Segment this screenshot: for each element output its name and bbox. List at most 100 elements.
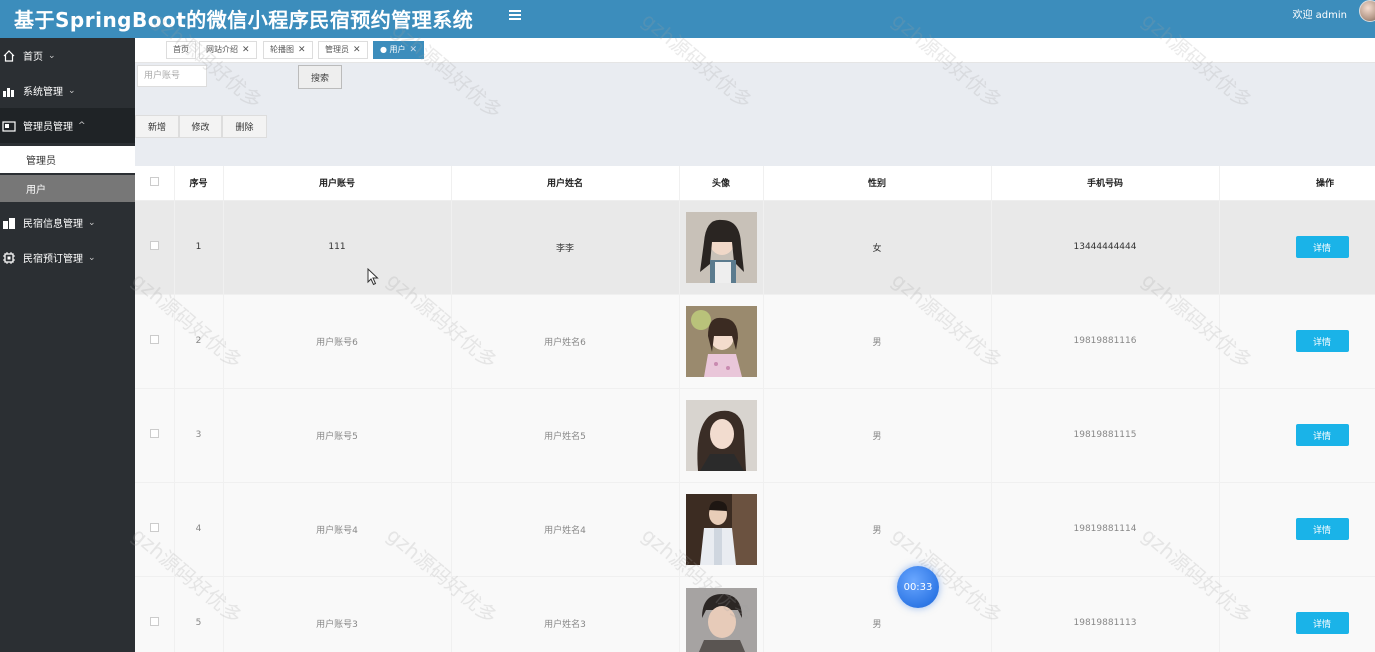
row-gender: 男	[763, 388, 992, 483]
table-row[interactable]: 2 用户账号6 用户姓名6 男 19819881116 详情	[135, 294, 1375, 389]
tab-carousel[interactable]: 轮播图 ✕	[263, 41, 313, 59]
select-all-checkbox[interactable]	[149, 176, 159, 186]
row-gender: 女	[763, 200, 992, 295]
chevron-up-icon: ^	[78, 120, 86, 131]
user-avatar[interactable]	[1359, 0, 1375, 22]
avatar-image	[685, 305, 757, 377]
search-button[interactable]: 搜索	[298, 65, 342, 89]
detail-button[interactable]: 详情	[1295, 424, 1349, 446]
close-icon[interactable]: ✕	[298, 45, 306, 55]
sidebar-subitem-user[interactable]: 用户	[0, 175, 135, 202]
close-icon[interactable]: ✕	[410, 45, 418, 55]
row-checkbox[interactable]	[149, 617, 159, 626]
column-header: 序号	[174, 166, 224, 201]
add-button[interactable]: 新增	[135, 115, 179, 138]
row-gender: 男	[763, 576, 992, 652]
avatar-image	[685, 399, 757, 471]
tab-site-intro[interactable]: 网站介绍 ✕	[199, 41, 257, 59]
detail-button[interactable]: 详情	[1295, 330, 1349, 352]
delete-button[interactable]: 删除	[222, 115, 267, 138]
row-account: 用户账号4	[223, 482, 452, 577]
column-header: 性别	[763, 166, 992, 201]
column-header: 手机号码	[991, 166, 1220, 201]
tab-home[interactable]: 首页	[166, 41, 196, 59]
row-phone: 13444444444	[991, 200, 1220, 295]
row-account: 用户账号5	[223, 388, 452, 483]
chevron-down-icon: ⌄	[88, 252, 96, 263]
sidebar-item-label: 首页	[23, 52, 43, 63]
row-checkbox[interactable]	[149, 335, 159, 344]
column-header: 头像	[679, 166, 764, 201]
building-icon	[3, 217, 15, 229]
id-card-icon	[2, 120, 16, 132]
top-header: 基于SpringBoot的微信小程序民宿预约管理系统 欢迎 admin	[0, 0, 1375, 38]
column-header: 用户姓名	[451, 166, 680, 201]
sidebar-item-label: 系统管理	[23, 87, 63, 98]
row-name: 李李	[451, 200, 680, 295]
tab-label: 网站介绍	[206, 45, 238, 54]
row-name: 用户姓名6	[451, 294, 680, 389]
tab-label: 首页	[173, 45, 189, 54]
menu-toggle-icon[interactable]	[509, 8, 525, 22]
edit-button[interactable]: 修改	[179, 115, 222, 138]
sidebar-item-homestay-booking[interactable]: 民宿预订管理 ⌄	[0, 240, 135, 275]
row-index: 4	[174, 482, 224, 577]
sidebar-item-admin[interactable]: 管理员管理 ^	[0, 108, 135, 143]
table-row[interactable]: 4 用户账号4 用户姓名4 男 19819881114 详情	[135, 482, 1375, 577]
sidebar-item-homestay-info[interactable]: 民宿信息管理 ⌄	[0, 205, 135, 240]
row-gender: 男	[763, 482, 992, 577]
table-row[interactable]: 3 用户账号5 用户姓名5 男 19819881115 详情	[135, 388, 1375, 483]
column-header: 用户账号	[223, 166, 452, 201]
user-table: 序号 用户账号 用户姓名 头像 性别 手机号码 操作 1 111 李李 女 13…	[135, 166, 1375, 652]
row-checkbox[interactable]	[149, 523, 159, 532]
row-checkbox[interactable]	[149, 429, 159, 438]
tab-label: 管理员	[325, 45, 349, 54]
row-phone: 19819881113	[991, 576, 1220, 652]
row-phone: 19819881114	[991, 482, 1220, 577]
row-index: 5	[174, 576, 224, 652]
select-all-cell[interactable]	[135, 166, 175, 201]
mouse-cursor-icon	[367, 268, 379, 286]
tab-user[interactable]: ● 用户 ✕	[373, 41, 425, 59]
sidebar-subitem-admin[interactable]: 管理员	[0, 146, 135, 173]
row-account: 111	[223, 200, 452, 295]
row-avatar	[679, 294, 764, 389]
close-icon[interactable]: ✕	[353, 45, 361, 55]
avatar-image	[685, 587, 757, 652]
row-avatar	[679, 482, 764, 577]
sidebar-item-label: 民宿预订管理	[23, 254, 83, 265]
row-gender: 男	[763, 294, 992, 389]
detail-button[interactable]: 详情	[1295, 612, 1349, 634]
row-avatar	[679, 388, 764, 483]
sidebar-item-label: 民宿信息管理	[23, 219, 83, 230]
table-row[interactable]: 1 111 李李 女 13444444444 详情	[135, 200, 1375, 295]
chip-icon	[3, 251, 15, 264]
chevron-down-icon: ⌄	[68, 85, 76, 96]
avatar-image	[685, 493, 757, 565]
table-row[interactable]: 5 用户账号3 用户姓名3 男 19819881113 详情	[135, 576, 1375, 652]
sidebar-item-system[interactable]: 系统管理 ⌄	[0, 73, 135, 108]
detail-button[interactable]: 详情	[1295, 236, 1349, 258]
avatar-image	[685, 211, 757, 283]
row-phone: 19819881115	[991, 388, 1220, 483]
row-checkbox[interactable]	[149, 241, 159, 250]
home-icon	[3, 49, 15, 62]
tabs-bar: 首页 网站介绍 ✕ 轮播图 ✕ 管理员 ✕ ● 用户 ✕	[135, 38, 1375, 63]
tab-admin[interactable]: 管理员 ✕	[318, 41, 368, 59]
tab-label: 轮播图	[270, 45, 294, 54]
welcome-text: 欢迎 admin	[1292, 10, 1347, 21]
search-input[interactable]	[137, 65, 207, 87]
row-name: 用户姓名3	[451, 576, 680, 652]
sidebar-item-home[interactable]: 首页 ⌄	[0, 38, 135, 73]
close-icon[interactable]: ✕	[242, 45, 250, 55]
row-index: 3	[174, 388, 224, 483]
detail-button[interactable]: 详情	[1295, 518, 1349, 540]
row-index: 2	[174, 294, 224, 389]
row-name: 用户姓名5	[451, 388, 680, 483]
app-title: 基于SpringBoot的微信小程序民宿预约管理系统	[14, 8, 474, 32]
row-account: 用户账号6	[223, 294, 452, 389]
row-name: 用户姓名4	[451, 482, 680, 577]
recording-timer: 00:33	[897, 566, 939, 608]
row-phone: 19819881116	[991, 294, 1220, 389]
search-toolbar: 搜索 新增 修改 删除	[135, 63, 1375, 166]
